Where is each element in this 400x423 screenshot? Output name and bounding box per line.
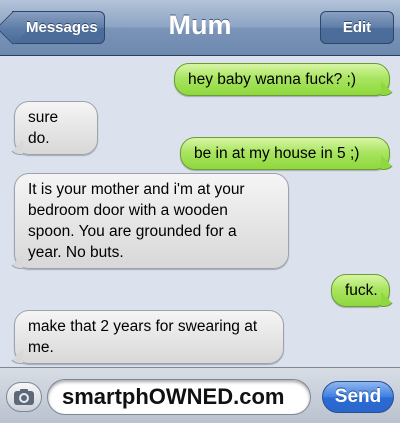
message-bubble-outgoing: be in at my house in 5 ;) [180,137,390,170]
camera-icon [14,389,34,405]
navigation-bar: Messages Mum Edit [0,0,400,56]
edit-button[interactable]: Edit [320,11,394,44]
message-input[interactable]: smartphOWNED.com [47,379,311,415]
message-bubble-outgoing: fuck. [331,274,390,307]
send-button[interactable]: Send [322,381,394,413]
camera-button[interactable] [6,382,42,412]
message-composer: smartphOWNED.com Send [0,367,400,423]
message-bubble-incoming: sure do. [14,101,98,155]
message-bubble-incoming: It is your mother and i'm at your bedroo… [14,173,289,269]
message-thread[interactable]: hey baby wanna fuck? ;) sure do. be in a… [0,56,400,367]
back-button-label: Messages [26,19,98,36]
message-bubble-incoming: make that 2 years for swearing at me. [14,310,284,364]
message-bubble-outgoing: hey baby wanna fuck? ;) [174,63,390,96]
